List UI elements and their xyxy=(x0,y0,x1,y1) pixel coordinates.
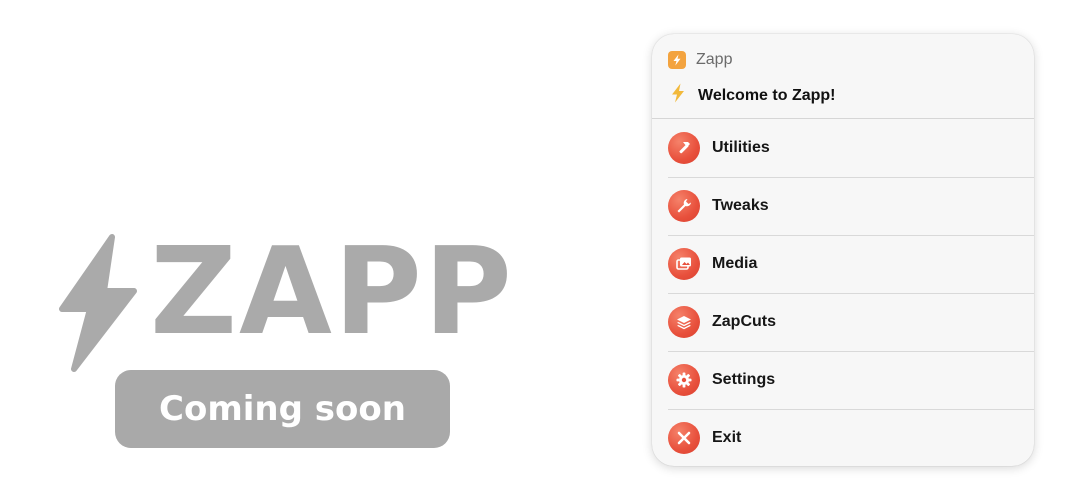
gear-icon xyxy=(668,364,700,396)
menu-item-media[interactable]: Media xyxy=(652,235,1034,293)
close-icon xyxy=(668,422,700,454)
lightning-bolt-icon xyxy=(670,83,686,108)
menu-header: Zapp Welcome to Zapp! xyxy=(652,34,1034,119)
menu-item-utilities[interactable]: Utilities xyxy=(652,119,1034,177)
menu-item-label: Settings xyxy=(712,371,776,388)
zapp-branding: ZAPP Coming soon xyxy=(40,225,530,465)
zapp-menu-card: Zapp Welcome to Zapp! Utilities Tweaks M… xyxy=(652,34,1034,466)
menu-item-label: Media xyxy=(712,255,758,272)
zapp-wordmark: ZAPP xyxy=(150,223,514,362)
menu-item-exit[interactable]: Exit xyxy=(652,409,1034,466)
menu-item-label: Utilities xyxy=(712,139,770,156)
layers-icon xyxy=(668,306,700,338)
coming-soon-badge: Coming soon xyxy=(115,370,450,448)
menu-item-zapcuts[interactable]: ZapCuts xyxy=(652,293,1034,351)
lightning-bolt-icon xyxy=(668,51,686,69)
menu-item-label: Tweaks xyxy=(712,197,769,214)
lightning-bolt-icon xyxy=(59,234,137,372)
welcome-row: Welcome to Zapp! xyxy=(670,83,836,108)
menu-item-settings[interactable]: Settings xyxy=(652,351,1034,409)
menu-item-label: Exit xyxy=(712,429,742,446)
hammer-icon xyxy=(668,132,700,164)
photos-icon xyxy=(668,248,700,280)
menu-item-label: ZapCuts xyxy=(712,313,776,330)
wrench-icon xyxy=(668,190,700,222)
welcome-message: Welcome to Zapp! xyxy=(698,86,836,104)
app-name: Zapp xyxy=(696,51,733,68)
menu-list: Utilities Tweaks Media ZapCuts Settings … xyxy=(652,119,1034,466)
app-title-row: Zapp xyxy=(668,51,732,69)
menu-item-tweaks[interactable]: Tweaks xyxy=(652,177,1034,235)
